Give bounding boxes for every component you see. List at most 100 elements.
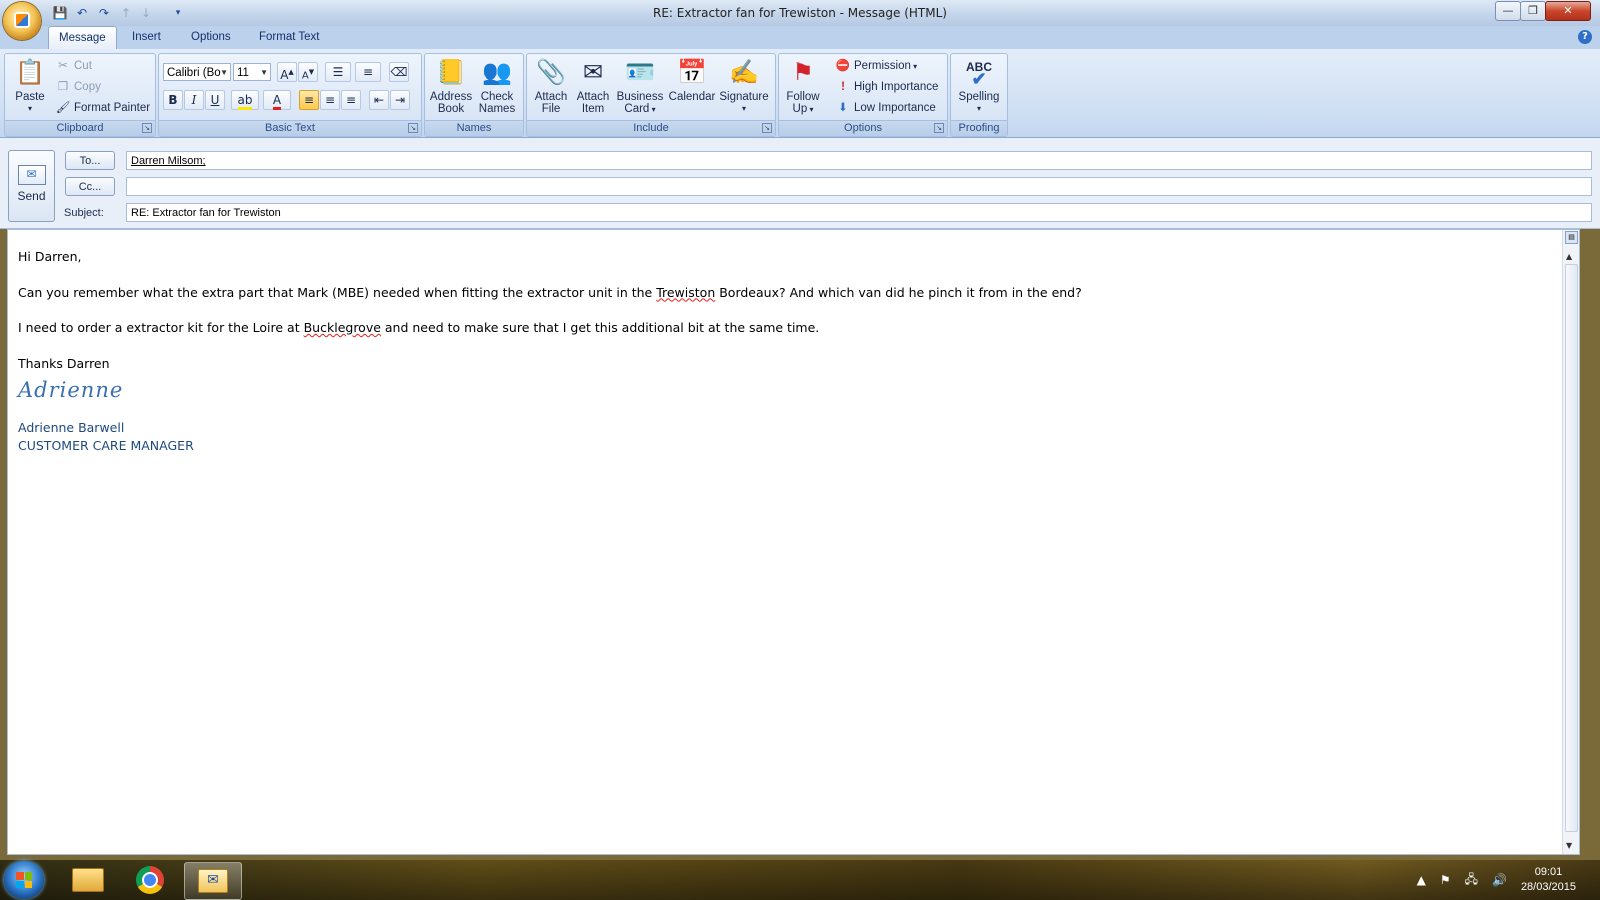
- spelling-button[interactable]: ABC ✔ Spelling ▾: [953, 57, 1005, 115]
- permission-button[interactable]: ⛔ Permission ▾: [835, 56, 917, 76]
- format-painter-label: Format Painter: [74, 102, 151, 114]
- clipboard-launcher-icon[interactable]: ↘: [142, 123, 152, 133]
- align-right-button[interactable]: ≡: [341, 90, 361, 110]
- network-icon[interactable]: 🖧: [1465, 870, 1478, 891]
- clipboard-group: 📋 Paste ▾ ✂ Cut ❐ Copy 🖌 Format Painter Cli…: [4, 53, 156, 137]
- volume-icon[interactable]: 🔊: [1492, 873, 1507, 887]
- send-button[interactable]: ✉ Send: [8, 150, 55, 222]
- basic-text-launcher-icon[interactable]: ↘: [408, 123, 418, 133]
- customize-qat-icon[interactable]: ▾: [170, 5, 186, 21]
- paragraph-1-part-c: Bordeaux? And which van did he pinch it …: [715, 284, 1082, 300]
- redo-icon[interactable]: ↷: [96, 5, 112, 21]
- taskbar-outlook[interactable]: ✉: [184, 862, 242, 900]
- business-card-button[interactable]: 🪪 Business Card ▾: [615, 57, 665, 116]
- basic-text-group: Calibri (Bo ▼ 11 ▼ A▲ A▼ ☰ ≡ ⌫ B I U ab A …: [158, 53, 422, 137]
- start-button[interactable]: [4, 861, 44, 899]
- font-name-combo[interactable]: Calibri (Bo ▼: [163, 63, 231, 81]
- tab-format-text[interactable]: Format Text: [249, 26, 330, 49]
- copy-button[interactable]: ❐ Copy: [55, 77, 101, 97]
- numbering-button[interactable]: ≡: [355, 62, 381, 82]
- highlight-button[interactable]: ab: [231, 90, 259, 110]
- increase-indent-button[interactable]: ⇥: [390, 90, 410, 110]
- show-hidden-icons-icon[interactable]: ▲: [1417, 873, 1426, 887]
- bullets-button[interactable]: ☰: [325, 62, 351, 82]
- office-logo-icon: [14, 12, 30, 28]
- scroll-up-icon[interactable]: ▲: [1566, 252, 1572, 261]
- shrink-font-button[interactable]: A▼: [298, 62, 318, 82]
- grow-font-button[interactable]: A▲: [277, 62, 297, 82]
- address-book-button[interactable]: 📒 Address Book: [429, 57, 473, 116]
- to-field[interactable]: Darren Milsom;: [126, 151, 1592, 170]
- misspelled-word-trewiston[interactable]: Trewiston: [656, 285, 715, 300]
- taskbar-chrome[interactable]: [122, 862, 178, 898]
- tab-message[interactable]: Message: [48, 26, 117, 50]
- message-body[interactable]: Hi Darren, Can you remember what the ext…: [7, 229, 1580, 855]
- close-button[interactable]: ✕: [1545, 1, 1591, 21]
- scissors-icon: ✂: [58, 60, 68, 72]
- chrome-icon: [136, 866, 164, 894]
- windows-logo-icon: [16, 872, 32, 888]
- font-color-button[interactable]: A: [263, 90, 291, 110]
- cc-button[interactable]: Cc...: [65, 177, 115, 196]
- action-center-flag-icon[interactable]: ⚑: [1440, 873, 1451, 887]
- align-center-button[interactable]: ≡: [320, 90, 340, 110]
- decrease-indent-button[interactable]: ⇤: [369, 90, 389, 110]
- save-icon[interactable]: 💾: [52, 5, 68, 21]
- subject-field[interactable]: RE: Extractor fan for Trewiston: [126, 203, 1592, 222]
- to-button[interactable]: To...: [65, 151, 115, 170]
- to-recipient[interactable]: Darren Milsom;: [131, 155, 206, 167]
- low-importance-button[interactable]: ⬇ Low Importance: [835, 98, 936, 118]
- options-group-label: Options: [779, 120, 947, 136]
- bold-button[interactable]: B: [163, 90, 183, 110]
- check-names-button[interactable]: 👥 Check Names: [475, 57, 519, 116]
- follow-up-button[interactable]: ⚑ Follow Up ▾: [783, 57, 823, 116]
- undo-icon[interactable]: ↶: [74, 5, 90, 21]
- vertical-scrollbar[interactable]: ▤ ▲ ▼: [1562, 230, 1579, 854]
- format-painter-button[interactable]: 🖌 Format Painter: [55, 98, 150, 118]
- attach-item-button[interactable]: ✉ Attach Item: [573, 57, 613, 116]
- cc-field[interactable]: [126, 177, 1592, 196]
- taskbar-explorer[interactable]: [60, 862, 116, 898]
- misspelled-word-bucklegrove[interactable]: Bucklegrove: [304, 320, 381, 335]
- window-title: RE: Extractor fan for Trewiston - Messag…: [653, 6, 947, 20]
- italic-button[interactable]: I: [184, 90, 204, 110]
- business-card-label-1: Business: [616, 91, 664, 103]
- scroll-down-icon[interactable]: ▼: [1566, 841, 1572, 850]
- attach-item-label-1: Attach: [576, 91, 610, 103]
- next-item-icon[interactable]: ↓: [138, 5, 154, 21]
- check-names-label-2: Names: [478, 103, 516, 115]
- body-text[interactable]: Hi Darren, Can you remember what the ext…: [18, 248, 1082, 455]
- chevron-down-icon: ▼: [220, 68, 228, 77]
- paragraph-2-part-a: I need to order a extractor kit for the …: [18, 320, 304, 335]
- tab-insert[interactable]: Insert: [122, 26, 171, 49]
- options-launcher-icon[interactable]: ↘: [934, 123, 944, 133]
- cut-button[interactable]: ✂ Cut: [55, 56, 92, 76]
- system-tray: ▲ ⚑ 🖧 🔊 09:01 28/03/2015: [1417, 860, 1600, 900]
- help-icon[interactable]: ?: [1578, 30, 1592, 44]
- previous-item-icon[interactable]: ↑: [118, 5, 134, 21]
- align-left-button[interactable]: ≡: [299, 90, 319, 110]
- paragraph-2: I need to order a extractor kit for the …: [18, 319, 1082, 337]
- attach-file-label-1: Attach: [534, 91, 568, 103]
- include-launcher-icon[interactable]: ↘: [762, 123, 772, 133]
- minimize-button[interactable]: —: [1495, 1, 1521, 21]
- underline-button[interactable]: U: [205, 90, 225, 110]
- tab-options[interactable]: Options: [181, 26, 241, 49]
- clock[interactable]: 09:01 28/03/2015: [1521, 865, 1576, 895]
- ruler-toggle-icon[interactable]: ▤: [1565, 231, 1578, 244]
- calendar-label: Calendar: [668, 91, 716, 103]
- calendar-button[interactable]: 📅 Calendar: [667, 57, 717, 104]
- attach-item-label-2: Item: [581, 103, 605, 115]
- exclamation-icon: !: [841, 81, 845, 93]
- clock-date: 28/03/2015: [1520, 881, 1576, 893]
- attach-file-button[interactable]: 📎 Attach File: [531, 57, 571, 116]
- font-size-combo[interactable]: 11 ▼: [233, 63, 271, 81]
- paste-button[interactable]: 📋 Paste ▾: [9, 57, 51, 115]
- clear-formatting-button[interactable]: ⌫: [389, 62, 409, 82]
- office-button[interactable]: [3, 2, 41, 40]
- restore-button[interactable]: ❐: [1520, 1, 1546, 21]
- signature-button[interactable]: ✍ Signature ▾: [717, 57, 771, 115]
- high-importance-button[interactable]: ! High Importance: [835, 77, 938, 97]
- closing: Thanks Darren: [18, 355, 110, 371]
- scroll-thumb[interactable]: [1565, 264, 1578, 832]
